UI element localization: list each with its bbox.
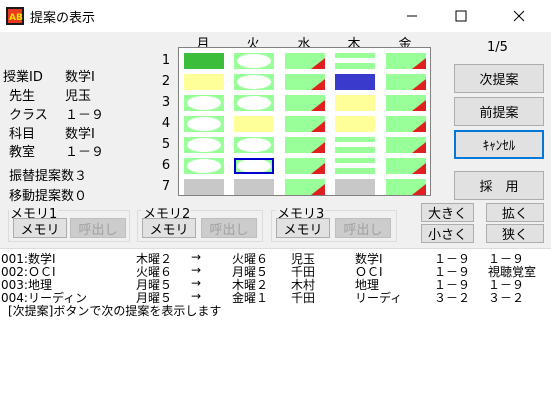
- proposal-room: ３－２: [488, 291, 525, 305]
- timetable-cell[interactable]: [335, 116, 375, 132]
- narrow-button[interactable]: 狭く: [486, 224, 544, 243]
- proposal-to: 金曜１: [232, 291, 269, 305]
- memory-3-save-button[interactable]: メモリ: [276, 218, 330, 238]
- widen-button[interactable]: 拡く: [486, 203, 544, 222]
- memory-1-save-button[interactable]: メモリ: [13, 218, 67, 238]
- maximize-button[interactable]: [438, 0, 484, 32]
- timetable-cell[interactable]: [285, 179, 325, 195]
- adopt-button[interactable]: 採 用: [454, 171, 544, 200]
- period-3: 3: [161, 95, 171, 110]
- pager-indicator: 1/5: [487, 40, 508, 55]
- timetable-cell[interactable]: [285, 158, 325, 174]
- period-5: 5: [161, 137, 171, 152]
- swap-count: 振替提案数３: [9, 169, 88, 184]
- teacher-value: 児玉: [65, 89, 92, 104]
- prev-proposal-button[interactable]: 前提案: [454, 97, 544, 126]
- smaller-button[interactable]: 小さく: [421, 224, 474, 243]
- timetable-cell[interactable]: [386, 116, 426, 132]
- timetable-cell[interactable]: [184, 158, 224, 174]
- minimize-icon: [407, 15, 417, 17]
- timetable-cell[interactable]: [285, 116, 325, 132]
- timetable-cell[interactable]: [234, 53, 274, 69]
- proposal-arrow: →: [191, 289, 202, 303]
- timetable-cell[interactable]: [184, 74, 224, 90]
- class-value: １－９: [65, 108, 105, 123]
- timetable-cell[interactable]: [335, 137, 375, 153]
- title-bar: AB 提案の表示: [0, 0, 551, 32]
- timetable-cell[interactable]: [234, 179, 274, 195]
- proposal-subject: リーディ: [355, 291, 403, 305]
- timetable-cell[interactable]: [335, 95, 375, 111]
- timetable-cell[interactable]: [386, 179, 426, 195]
- maximize-icon: [455, 10, 467, 22]
- timetable-cell[interactable]: [386, 74, 426, 90]
- proposal-arrow: →: [191, 263, 202, 277]
- timetable-cell[interactable]: [285, 137, 325, 153]
- period-6: 6: [161, 158, 171, 173]
- timetable-cell[interactable]: [386, 137, 426, 153]
- timetable-grid: [178, 47, 431, 196]
- proposal-row[interactable]: 003:地理 月曜５ → 木曜２ 木村 地理 １－９ １－９: [0, 276, 551, 292]
- timetable-cell[interactable]: [234, 158, 274, 174]
- proposal-arrow: →: [191, 250, 202, 264]
- larger-button[interactable]: 大きく: [421, 203, 474, 222]
- proposal-teacher: 千田: [291, 291, 316, 305]
- subject-value: 数学Ⅰ: [65, 127, 95, 142]
- proposal-row[interactable]: 002:ＯＣⅠ 火曜６ → 月曜５ 千田 ＯＣⅠ １－９ 視聴覚室: [0, 263, 551, 279]
- timetable-cell[interactable]: [184, 95, 224, 111]
- proposal-arrow: →: [191, 276, 202, 290]
- timetable-cell[interactable]: [386, 95, 426, 111]
- memory-1-recall-button[interactable]: 呼出し: [70, 218, 126, 238]
- timetable-cell[interactable]: [234, 137, 274, 153]
- class-id-value: 数学Ⅰ: [65, 70, 95, 85]
- cancel-button[interactable]: ｷｬﾝｾﾙ: [454, 130, 544, 159]
- teacher-label: 先生: [9, 89, 36, 104]
- timetable-cell[interactable]: [184, 53, 224, 69]
- app-icon: AB: [6, 7, 24, 25]
- timetable-cell[interactable]: [184, 137, 224, 153]
- next-proposal-button[interactable]: 次提案: [454, 64, 544, 93]
- period-1: 1: [161, 53, 171, 68]
- timetable-cell[interactable]: [234, 95, 274, 111]
- timetable-cell[interactable]: [335, 53, 375, 69]
- timetable-cell[interactable]: [234, 116, 274, 132]
- period-7: 7: [161, 179, 171, 194]
- timetable-cell[interactable]: [335, 158, 375, 174]
- timetable-cell[interactable]: [285, 53, 325, 69]
- timetable-cell[interactable]: [184, 116, 224, 132]
- period-2: 2: [161, 74, 171, 89]
- timetable-cell[interactable]: [234, 74, 274, 90]
- timetable-cell[interactable]: [184, 179, 224, 195]
- window-title: 提案の表示: [30, 11, 96, 26]
- proposal-class: ３－２: [434, 291, 471, 305]
- close-button[interactable]: [496, 0, 542, 32]
- period-4: 4: [161, 116, 171, 131]
- timetable-cell[interactable]: [285, 74, 325, 90]
- class-label: クラス: [9, 108, 48, 123]
- proposal-row[interactable]: 004:リーディン 月曜５ → 金曜１ 千田 リーディ ３－２ ３－２: [0, 289, 551, 305]
- move-count: 移動提案数０: [9, 189, 88, 204]
- room-value: １－９: [65, 145, 105, 160]
- close-icon: [513, 10, 525, 22]
- timetable-cell[interactable]: [386, 53, 426, 69]
- proposal-window: AB 提案の表示 授業ID 数学Ⅰ 先生 児玉 クラス １－９ 科目 数学Ⅰ 教…: [0, 0, 551, 420]
- memory-3-recall-button[interactable]: 呼出し: [335, 218, 391, 238]
- proposal-list[interactable]: 001:数学Ⅰ 木曜２ → 火曜６ 児玉 数学Ⅰ １－９ １－９ 002:ＯＣⅠ…: [0, 248, 551, 420]
- status-message: [次提案]ボタンで次の提案を表示します: [8, 304, 222, 318]
- timetable-cell[interactable]: [335, 179, 375, 195]
- memory-2-save-button[interactable]: メモリ: [142, 218, 196, 238]
- memory-2-recall-button[interactable]: 呼出し: [201, 218, 257, 238]
- timetable-cell[interactable]: [386, 158, 426, 174]
- subject-label: 科目: [9, 127, 36, 142]
- svg-text:AB: AB: [9, 13, 23, 23]
- class-id-label: 授業ID: [3, 70, 43, 85]
- minimize-button[interactable]: [389, 0, 435, 32]
- timetable-cell[interactable]: [335, 74, 375, 90]
- timetable-cell[interactable]: [285, 95, 325, 111]
- room-label: 教室: [9, 145, 36, 160]
- proposal-row[interactable]: 001:数学Ⅰ 木曜２ → 火曜６ 児玉 数学Ⅰ １－９ １－９: [0, 250, 551, 266]
